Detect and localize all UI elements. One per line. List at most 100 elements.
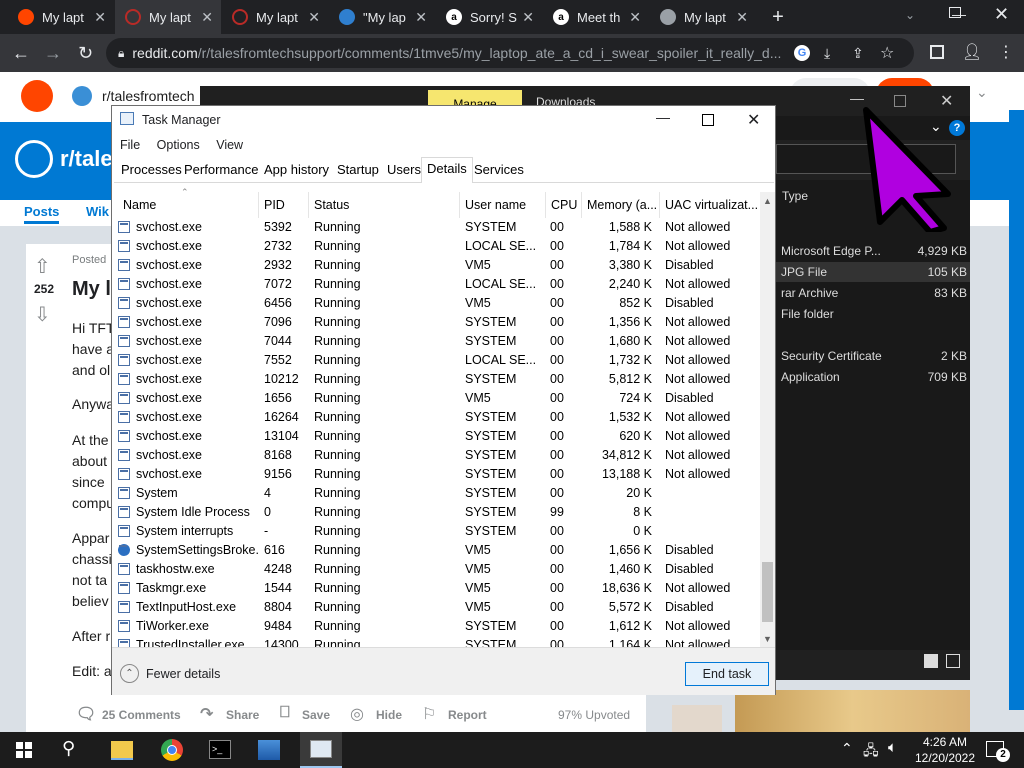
address-bar[interactable]: 🔒︎ reddit.com/r/talesfromtechsupport/com… — [106, 38, 914, 68]
clock-date[interactable]: 12/20/2022 — [912, 751, 978, 765]
tab-close-icon[interactable]: ✕ — [94, 9, 106, 26]
table-row[interactable]: TiWorker.exe 9484 Running SYSTEM 00 1,612 K No… — [112, 617, 757, 636]
table-row[interactable]: System Idle Process 0 Running SYSTEM 99 8 K — [112, 503, 757, 522]
menu-options[interactable]: Options — [157, 138, 200, 152]
table-row[interactable]: Taskmgr.exe 1544 Running VM5 00 18,636 K Not a… — [112, 579, 757, 598]
google-icon[interactable]: G — [794, 45, 810, 61]
table-row[interactable]: System interrupts - Running SYSTEM 00 0 K — [112, 522, 757, 541]
col-memory[interactable]: Memory (a... — [581, 192, 659, 218]
reload-icon[interactable]: ↻ — [78, 42, 93, 64]
reddit-logo-icon[interactable] — [21, 80, 53, 112]
share-icon[interactable]: ⇪ — [852, 45, 864, 62]
menu-file[interactable]: File — [120, 138, 140, 152]
upvote-icon[interactable]: ⇧ — [34, 254, 51, 279]
close-window-icon[interactable]: ✕ — [994, 4, 1009, 25]
save-button[interactable]: Save — [302, 708, 330, 722]
nav-wiki[interactable]: Wik — [86, 204, 109, 219]
tab-services[interactable]: Services — [469, 159, 529, 181]
type-column-header[interactable]: Type — [782, 189, 808, 203]
col-name[interactable]: Name — [118, 192, 258, 218]
tab-close-icon[interactable]: ✕ — [308, 9, 320, 26]
tab-performance[interactable]: Performance — [179, 159, 263, 181]
col-status[interactable]: Status — [308, 192, 459, 218]
end-task-button[interactable]: End task — [685, 662, 769, 686]
restore-icon[interactable] — [949, 7, 961, 18]
tm-maximize-icon[interactable] — [702, 114, 714, 126]
browser-tab-0[interactable]: My lapt ✕ — [8, 0, 114, 34]
table-row[interactable]: SystemSettingsBroke... 616 Running VM5 00 1,6… — [112, 541, 757, 560]
menu-view[interactable]: View — [216, 138, 243, 152]
tiles-view-icon[interactable] — [946, 654, 960, 668]
browser-tab-4[interactable]: a Sorry! S ✕ — [436, 0, 542, 34]
table-row[interactable]: svchost.exe 2732 Running LOCAL SE... 00 1,784… — [112, 237, 757, 256]
table-row[interactable]: svchost.exe 13104 Running SYSTEM 00 620 K Not … — [112, 427, 757, 446]
tab-processes[interactable]: Processes — [116, 159, 187, 181]
tab-startup[interactable]: Startup — [332, 159, 384, 181]
search-icon[interactable]: ⚲ — [62, 738, 75, 759]
scroll-down-icon[interactable]: ▼ — [763, 634, 772, 644]
tab-close-icon[interactable]: ✕ — [415, 9, 427, 26]
table-row[interactable]: System 4 Running SYSTEM 00 20 K — [112, 484, 757, 503]
share-button[interactable]: Share — [226, 708, 259, 722]
back-arrow-icon[interactable]: ← — [12, 42, 30, 64]
subreddit-link[interactable]: r/talesfromtech — [102, 88, 195, 104]
table-row[interactable]: TrustedInstaller.exe 14300 Running SYSTEM 00… — [112, 636, 757, 647]
terminal-taskbar-icon[interactable]: >_ — [209, 740, 231, 759]
tm-minimize-icon[interactable]: — — [656, 109, 670, 125]
browser-tab-6[interactable]: My lapt ✕ — [650, 0, 756, 34]
downvote-icon[interactable]: ⇩ — [34, 302, 51, 327]
explorer-row-type[interactable]: Application — [781, 370, 840, 384]
task-manager-taskbar-icon[interactable] — [300, 732, 342, 768]
fewer-details-link[interactable]: Fewer details — [146, 667, 220, 681]
table-row[interactable]: svchost.exe 16264 Running SYSTEM 00 1,532 K No… — [112, 408, 757, 427]
volume-icon[interactable]: 🔈︎ — [888, 739, 897, 756]
tm-close-icon[interactable]: ✕ — [747, 110, 760, 130]
details-view-icon[interactable] — [924, 654, 938, 668]
tab-users[interactable]: Users — [382, 159, 426, 181]
vertical-scrollbar[interactable]: ▲ ▼ — [760, 192, 775, 647]
table-row[interactable]: svchost.exe 6456 Running VM5 00 852 K Disabled — [112, 294, 757, 313]
chevron-down-icon[interactable]: ⌄ — [905, 8, 915, 22]
nav-posts[interactable]: Posts — [24, 204, 60, 224]
table-row[interactable]: svchost.exe 9156 Running SYSTEM 00 13,188 K No… — [112, 465, 757, 484]
explorer-row-type[interactable]: rar Archive — [781, 286, 838, 300]
scroll-thumb[interactable] — [762, 562, 773, 622]
table-row[interactable]: svchost.exe 10212 Running SYSTEM 00 5,812 K No… — [112, 370, 757, 389]
tab-app-history[interactable]: App history — [259, 159, 334, 181]
browser-tab-5[interactable]: a Meet th ✕ — [543, 0, 649, 34]
table-row[interactable]: svchost.exe 5392 Running SYSTEM 00 1,588 K Not… — [112, 218, 757, 237]
tab-close-icon[interactable]: ✕ — [522, 9, 534, 26]
tab-close-icon[interactable]: ✕ — [629, 9, 641, 26]
forward-arrow-icon[interactable]: → — [44, 42, 62, 64]
table-row[interactable]: svchost.exe 7044 Running SYSTEM 00 1,680 K Not… — [112, 332, 757, 351]
side-panel-icon[interactable] — [930, 45, 944, 59]
table-row[interactable]: taskhostw.exe 4248 Running VM5 00 1,460 K Disa… — [112, 560, 757, 579]
file-explorer-taskbar-icon[interactable] — [111, 741, 133, 760]
col-cpu[interactable]: CPU — [545, 192, 581, 218]
table-row[interactable]: svchost.exe 7096 Running SYSTEM 00 1,356 K Not… — [112, 313, 757, 332]
install-icon[interactable]: ⤓ — [824, 45, 830, 62]
table-row[interactable]: TextInputHost.exe 8804 Running VM5 00 5,572 K… — [112, 598, 757, 617]
kebab-menu-icon[interactable]: ⋮ — [998, 42, 1014, 64]
clock-time[interactable]: 4:26 AM — [916, 735, 974, 749]
chrome-taskbar-icon[interactable] — [161, 739, 183, 761]
explorer-row-type[interactable]: JPG File — [781, 265, 827, 279]
table-row[interactable]: svchost.exe 1656 Running VM5 00 724 K Disabled — [112, 389, 757, 408]
table-row[interactable]: svchost.exe 2932 Running VM5 00 3,380 K Disabl… — [112, 256, 757, 275]
tab-details[interactable]: Details — [421, 157, 473, 183]
table-row[interactable]: svchost.exe 7552 Running LOCAL SE... 00 1,732… — [112, 351, 757, 370]
table-row[interactable]: svchost.exe 7072 Running LOCAL SE... 00 2,240… — [112, 275, 757, 294]
windows-start-icon[interactable] — [16, 742, 32, 758]
photos-taskbar-icon[interactable] — [258, 740, 280, 760]
browser-tab-2[interactable]: My lapt ✕ — [222, 0, 328, 34]
col-pid[interactable]: PID — [258, 192, 308, 218]
col-user-name[interactable]: User name — [459, 192, 545, 218]
table-row[interactable]: svchost.exe 8168 Running SYSTEM 00 34,812 K No… — [112, 446, 757, 465]
new-tab-button[interactable]: + — [768, 6, 788, 28]
network-icon[interactable]: 🖧︎ — [863, 740, 879, 764]
tab-close-icon[interactable]: ✕ — [201, 9, 213, 26]
explorer-row-type[interactable]: Microsoft Edge P... — [781, 244, 881, 258]
explorer-row-type[interactable]: File folder — [781, 307, 834, 321]
scroll-up-icon[interactable]: ▲ — [763, 196, 772, 206]
hide-button[interactable]: Hide — [376, 708, 402, 722]
